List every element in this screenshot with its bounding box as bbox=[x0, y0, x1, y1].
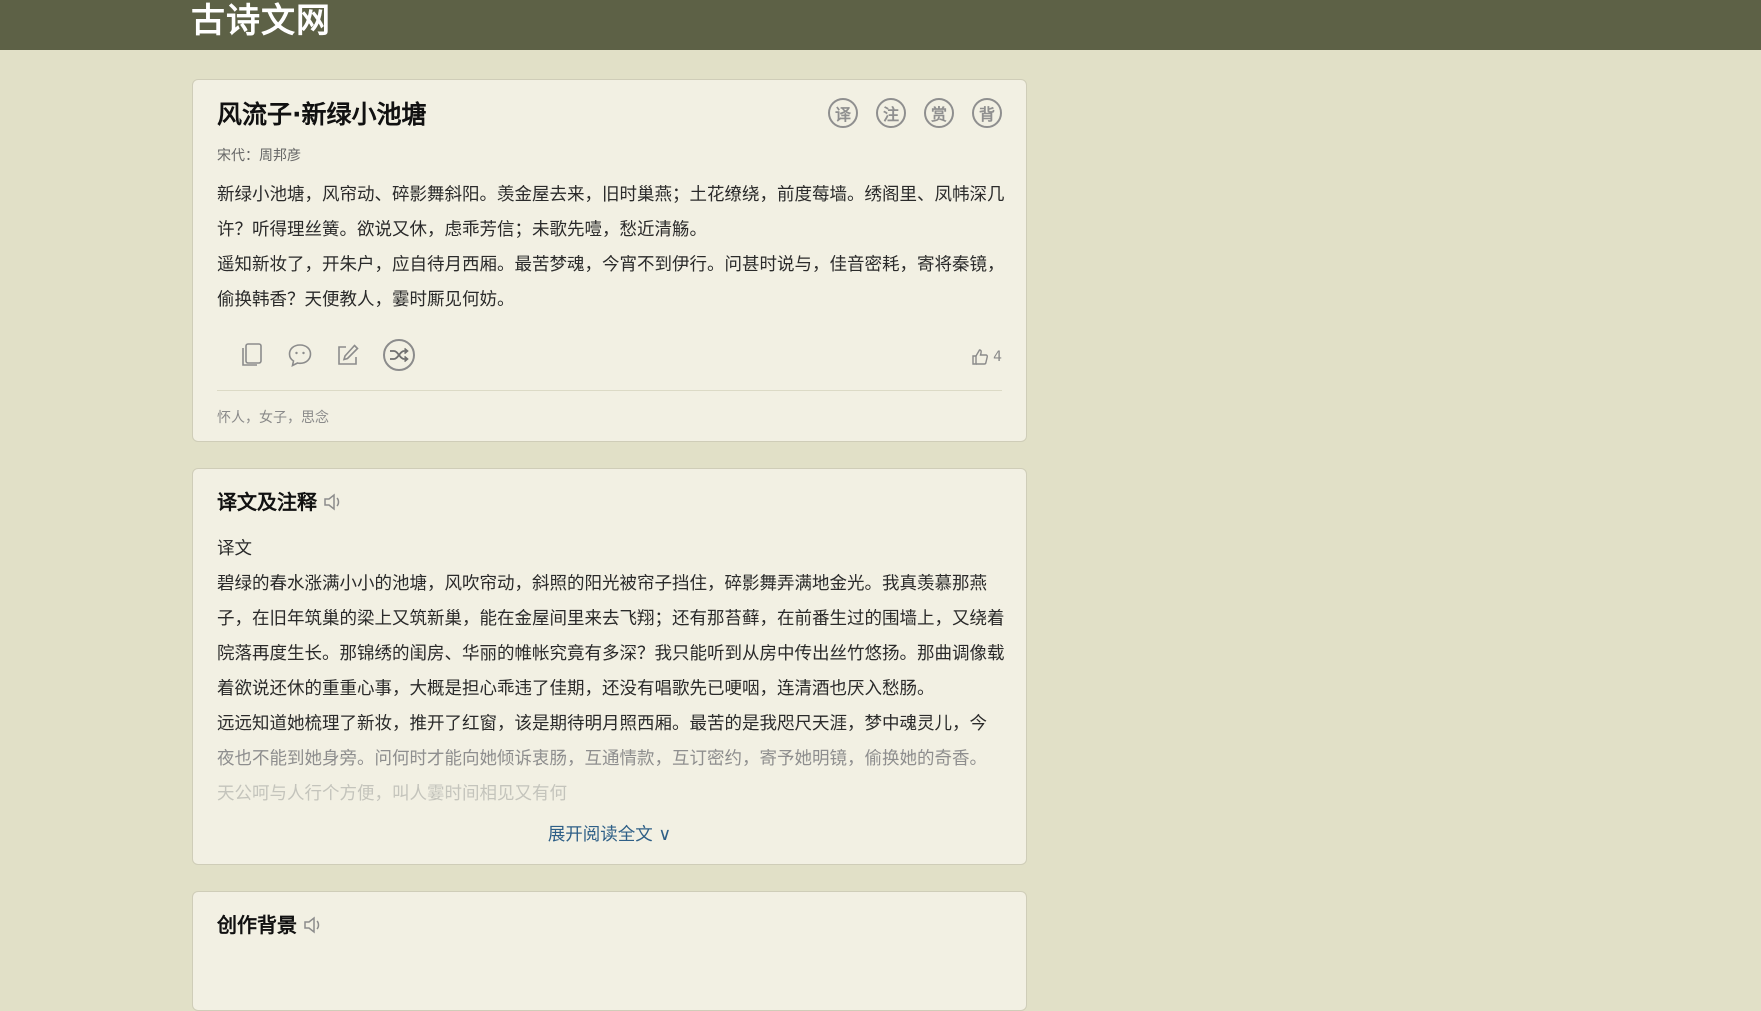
poem-stanza: 新绿小池塘，风帘动、碎影舞斜阳。羡金屋去来，旧时巢燕；土花缭绕，前度莓墙。绣阁里… bbox=[217, 185, 1005, 240]
site-logo[interactable]: 古诗文网 bbox=[191, 0, 331, 42]
translation-paragraph: 远远知道她梳理了新妆，推开了红窗，该是期待明月照西厢。最苦的是我咫尺天涯，梦中魂… bbox=[217, 707, 1007, 812]
like-count: 4 bbox=[993, 349, 1002, 365]
like-button[interactable]: 4 bbox=[971, 348, 1002, 366]
translation-line-faded: 夜也不能到她身旁。问何时才能向她倾诉衷肠，互通情款，互订密约，寄予她明镜，偷换她… bbox=[217, 749, 987, 769]
poem-body: 新绿小池塘，风帘动、碎影舞斜阳。羡金屋去来，旧时巢燕；土花缭绕，前度莓墙。绣阁里… bbox=[217, 178, 1007, 318]
divider bbox=[217, 390, 1002, 391]
speaker-icon[interactable] bbox=[303, 915, 325, 935]
section-header: 译文及注释 bbox=[217, 487, 345, 517]
poem-source[interactable]: 宋代：周邦彦 bbox=[217, 145, 301, 165]
poem-toolbar bbox=[239, 339, 415, 371]
appreciate-mode-icon[interactable]: 赏 bbox=[924, 98, 954, 128]
top-bar: 古诗文网 bbox=[0, 0, 1761, 50]
translation-label: 译文 bbox=[217, 539, 252, 559]
section-header: 创作背景 bbox=[217, 910, 325, 940]
translation-line-faded: 天公呵与人行个方便，叫人霎时间相见又有何 bbox=[217, 784, 567, 804]
poem-card: 风流子·新绿小池塘 译 注 赏 背 宋代：周邦彦 新绿小池塘，风帘动、碎影舞斜阳… bbox=[192, 79, 1027, 442]
expand-full-text-link[interactable]: 展开阅读全文 ∨ bbox=[193, 821, 1026, 846]
translation-line: 远远知道她梳理了新妆，推开了红窗，该是期待明月照西厢。最苦的是我咫尺天涯，梦中魂… bbox=[217, 714, 987, 734]
thumbs-up-icon bbox=[972, 349, 989, 365]
edit-icon[interactable] bbox=[335, 342, 361, 368]
poem-tags[interactable]: 怀人，女子，思念 bbox=[217, 407, 329, 427]
copy-icon[interactable] bbox=[239, 342, 265, 368]
shuffle-icon[interactable] bbox=[383, 339, 415, 371]
translate-mode-icon[interactable]: 译 bbox=[828, 98, 858, 128]
comment-icon[interactable] bbox=[287, 342, 313, 368]
background-card: 创作背景 bbox=[192, 891, 1027, 1011]
translation-body: 碧绿的春水涨满小小的池塘，风吹帘动，斜照的阳光被帘子挡住，碎影舞弄满地金光。我真… bbox=[217, 567, 1007, 812]
speaker-icon[interactable] bbox=[323, 492, 345, 512]
poem-stanza: 遥知新妆了，开朱户，应自待月西厢。最苦梦魂，今宵不到伊行。问甚时说与，佳音密耗，… bbox=[217, 255, 1005, 310]
poem-mode-icons: 译 注 赏 背 bbox=[828, 98, 1002, 128]
translation-paragraph: 碧绿的春水涨满小小的池塘，风吹帘动，斜照的阳光被帘子挡住，碎影舞弄满地金光。我真… bbox=[217, 574, 1005, 699]
translation-title: 译文及注释 bbox=[217, 490, 317, 514]
recite-mode-icon[interactable]: 背 bbox=[972, 98, 1002, 128]
annotate-mode-icon[interactable]: 注 bbox=[876, 98, 906, 128]
background-title: 创作背景 bbox=[217, 913, 297, 937]
poem-title: 风流子·新绿小池塘 bbox=[217, 100, 427, 129]
translation-card: 译文及注释 译文 碧绿的春水涨满小小的池塘，风吹帘动，斜照的阳光被帘子挡住，碎影… bbox=[192, 468, 1027, 865]
